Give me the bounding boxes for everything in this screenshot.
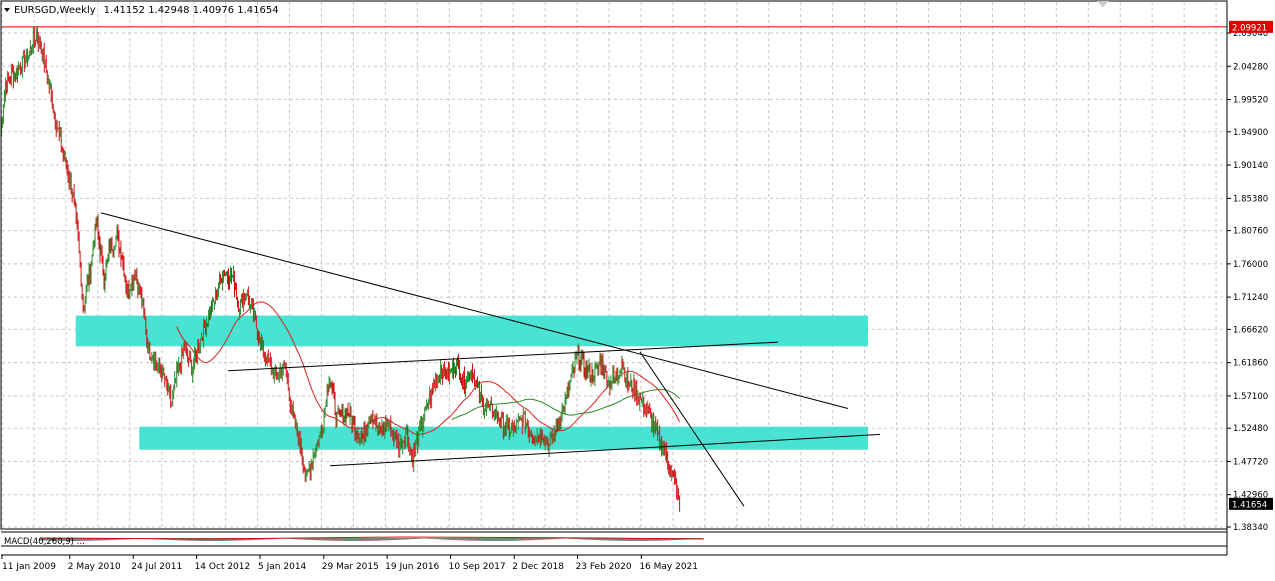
price-tick-label: 2.04280 <box>1233 62 1268 72</box>
time-tick-label: 24 Jul 2011 <box>131 562 182 572</box>
price-tick-label: 1.66620 <box>1233 325 1268 335</box>
time-tick-label: 19 Jun 2016 <box>385 562 439 572</box>
macd-histogram <box>39 536 705 541</box>
price-tick-label: 1.61860 <box>1233 359 1268 369</box>
time-tick-label: 23 Feb 2020 <box>576 562 632 572</box>
dropdown-triangle-icon[interactable] <box>4 8 10 12</box>
price-tick-label: 1.80760 <box>1233 227 1268 237</box>
price-tick-label: 1.99520 <box>1233 96 1268 106</box>
price-tick-label: 1.47720 <box>1233 457 1268 467</box>
time-tick-label: 10 Sep 2017 <box>449 562 506 572</box>
time-tick-label: 11 Jan 2009 <box>2 562 56 572</box>
time-tick-label: 2 Dec 2018 <box>512 562 564 572</box>
price-tick-label: 1.52480 <box>1233 424 1268 434</box>
alert-price-label: 2.09921 <box>1232 23 1267 33</box>
time-tick-label: 16 May 2021 <box>639 562 698 572</box>
zone-rectangle[interactable] <box>75 315 868 347</box>
time-tick-label: 29 Mar 2015 <box>322 562 379 572</box>
price-tick-label: 1.85380 <box>1233 194 1268 204</box>
scroll-marker-icon[interactable] <box>1097 1 1109 7</box>
trendlines[interactable] <box>100 212 881 507</box>
price-tick-label: 1.57100 <box>1233 392 1268 402</box>
time-axis[interactable]: 11 Jan 2009 2 May 2010 24 Jul 2011 14 Oct 2… <box>1 555 698 572</box>
price-tick-label: 1.90140 <box>1233 161 1268 171</box>
ohlc-values: 1.41152 1.42948 1.40976 1.41654 <box>104 5 279 16</box>
trendline-rising-upper[interactable] <box>227 341 779 372</box>
price-tick-label: 1.38340 <box>1233 523 1268 533</box>
price-tick-label: 1.71240 <box>1233 293 1268 303</box>
current-price-label: 1.41654 <box>1232 500 1267 510</box>
time-tick-label: 2 May 2010 <box>68 562 121 572</box>
time-tick-label: 14 Oct 2012 <box>195 562 251 572</box>
trading-chart[interactable]: 2.09040 2.04280 1.99520 1.94900 1.90140 1.853… <box>0 0 1275 577</box>
time-tick-label: 5 Jan 2014 <box>258 562 306 572</box>
price-tick-label: 1.94900 <box>1233 128 1268 138</box>
macd-label: MACD(40,260,9) ... <box>4 537 85 547</box>
price-tick-label: 1.76000 <box>1233 260 1268 270</box>
chart-canvas[interactable]: 2.090402.042801.995201.949001.901401.853… <box>0 0 1275 577</box>
symbol-label: EURSGD,Weekly <box>14 5 96 16</box>
symbol-header[interactable]: EURSGD,Weekly 1.41152 1.42948 1.40976 1.… <box>4 5 279 16</box>
pane-borders <box>0 0 1228 556</box>
price-axis[interactable]: 2.090402.042801.995201.949001.901401.853… <box>1227 20 1273 533</box>
